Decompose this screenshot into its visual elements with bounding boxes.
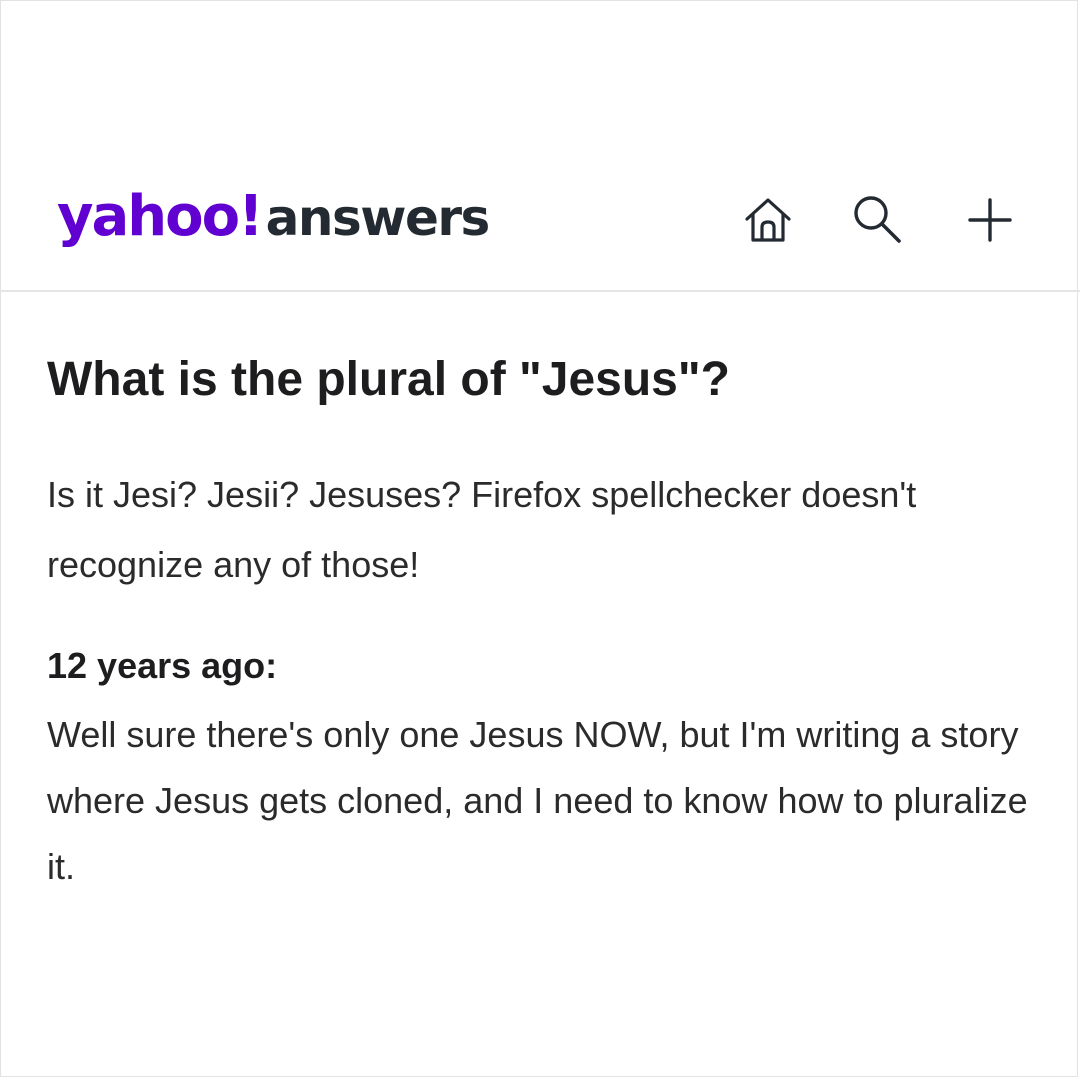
logo-brand: yahoo!	[57, 184, 264, 249]
yahoo-answers-logo[interactable]: yahoo! answers	[57, 184, 491, 264]
answer-text: Well sure there's only one Jesus NOW, bu…	[47, 714, 1028, 887]
question-title: What is the plural of "Jesus"?	[47, 353, 730, 406]
add-question-button[interactable]	[960, 190, 1020, 250]
search-button[interactable]	[848, 190, 908, 250]
plus-icon	[968, 198, 1012, 242]
question-details: Is it Jesi? Jesii? Jesuses? Firefox spel…	[47, 474, 917, 585]
search-icon	[854, 196, 901, 243]
logo-product: answers	[265, 189, 491, 247]
top-bar: yahoo! answers	[0, 0, 1080, 292]
home-button[interactable]	[738, 190, 798, 250]
header-actions	[738, 190, 1020, 250]
answer-timestamp: 12 years ago:	[47, 645, 278, 686]
home-icon	[745, 198, 791, 242]
